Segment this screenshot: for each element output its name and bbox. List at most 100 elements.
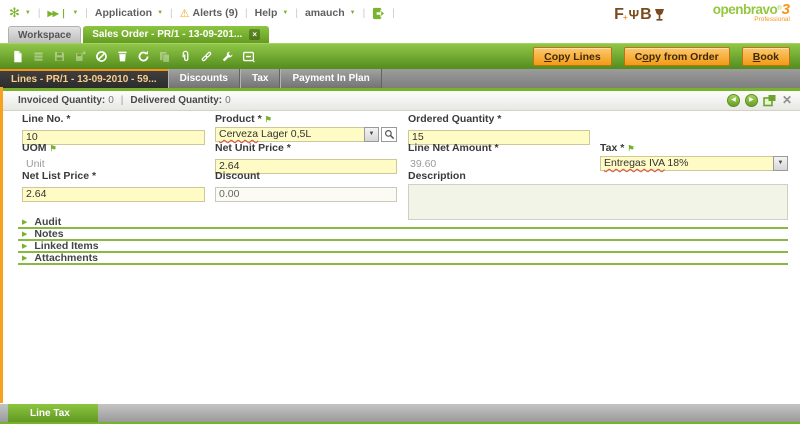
line-form: Line No. * Product *⚑ Cerveza Lager 0,5L… — [0, 111, 800, 404]
refresh-button[interactable] — [134, 47, 153, 66]
workspace-menu[interactable]: ✻ ▼ — [9, 5, 31, 21]
fast-forward-bar-icon: ❘ — [60, 8, 68, 19]
alerts-menu[interactable]: ⚠ Alerts (9) — [180, 7, 238, 20]
subtab-lines[interactable]: Lines - PR/1 - 13-09-2010 - 59... — [0, 69, 168, 88]
maximize-restore-button[interactable] — [763, 94, 777, 107]
ordered-quantity-label: Ordered Quantity * — [408, 113, 501, 125]
clone-record-button[interactable] — [155, 47, 174, 66]
menu-separator: | — [245, 8, 248, 19]
book-button[interactable]: Book — [742, 47, 790, 66]
main-tab-bar: Workspace Sales Order - PR/1 - 13-09-201… — [0, 26, 800, 43]
menu-separator: | — [363, 8, 366, 19]
previous-record-button[interactable]: ◀ — [727, 94, 740, 107]
chevron-down-icon: ▼ — [282, 10, 288, 16]
subtab-bar: Lines - PR/1 - 13-09-2010 - 59... Discou… — [0, 69, 800, 88]
save-button[interactable] — [50, 47, 69, 66]
net-list-price-input[interactable] — [22, 187, 205, 202]
application-menu-label: Application — [95, 7, 152, 19]
alert-warning-icon: ⚠ — [180, 7, 190, 20]
chevron-down-icon: ▼ — [157, 10, 163, 16]
help-label: Help — [255, 7, 278, 19]
section-attachments-label: Attachments — [34, 252, 98, 264]
quick-launch-menu[interactable]: ▶▶❘ ▼ — [47, 8, 78, 19]
tab-workspace[interactable]: Workspace — [8, 26, 81, 43]
tab-close-icon[interactable]: × — [249, 29, 260, 40]
copy-lines-button[interactable]: Copy Lines — [533, 47, 612, 66]
search-icon — [384, 129, 395, 140]
subtab-discounts[interactable]: Discounts — [168, 69, 240, 88]
line-net-amount-label: Line Net Amount * — [408, 142, 499, 154]
expand-arrow-icon: ▶ — [22, 230, 27, 238]
chevron-down-icon: ▼ — [72, 10, 78, 16]
delete-button[interactable] — [113, 47, 132, 66]
description-textarea[interactable] — [408, 184, 788, 220]
tax-dropdown-button[interactable]: ▼ — [773, 156, 788, 171]
tab-sales-order[interactable]: Sales Order - PR/1 - 13-09-201... × — [83, 26, 269, 43]
discount-label: Discount — [215, 170, 260, 182]
product-input[interactable]: Cerveza Lager 0,5L — [215, 127, 364, 142]
net-list-price-label: Net List Price * — [22, 170, 96, 182]
delivered-quantity-value: 0 — [225, 95, 231, 106]
process-tools-button[interactable] — [218, 47, 237, 66]
expand-arrow-icon: ▶ — [22, 218, 27, 226]
logout-button[interactable] — [372, 7, 385, 20]
menu-separator: | — [38, 8, 41, 19]
preference-flag-icon: ⚑ — [265, 115, 272, 124]
menu-separator: | — [295, 8, 298, 19]
copy-from-order-button[interactable]: Copy from Order — [624, 47, 730, 66]
section-linked-items-label: Linked Items — [34, 240, 98, 252]
tab-sales-order-label: Sales Order - PR/1 - 13-09-201... — [92, 29, 242, 40]
close-form-button[interactable]: ✕ — [782, 94, 792, 107]
section-audit[interactable]: ▶ Audit — [18, 217, 788, 229]
save-and-close-button[interactable] — [71, 47, 90, 66]
subtab-payment-in-plan[interactable]: Payment In Plan — [280, 69, 381, 88]
fast-forward-icon: ▶▶ — [47, 9, 57, 18]
section-attachments[interactable]: ▶ Attachments — [18, 253, 788, 265]
workspace-star-icon: ✻ — [9, 5, 20, 21]
preference-flag-icon: ⚑ — [627, 144, 634, 153]
invoiced-quantity-label: Invoiced Quantity: — [18, 95, 105, 106]
next-record-button[interactable]: ▶ — [745, 94, 758, 107]
tax-combo: Entregas IVA 18% ▼ — [600, 156, 788, 171]
status-separator: | — [121, 95, 124, 106]
undo-cancel-button[interactable] — [92, 47, 111, 66]
subtab-payment-label: Payment In Plan — [292, 73, 369, 84]
grid-view-button[interactable] — [29, 47, 48, 66]
new-record-button[interactable] — [8, 47, 27, 66]
user-menu[interactable]: amauch ▼ — [305, 7, 356, 19]
discount-input[interactable] — [215, 187, 397, 202]
tab-workspace-label: Workspace — [18, 30, 71, 41]
record-status-bar: Invoiced Quantity: 0 | Delivered Quantit… — [0, 91, 800, 111]
collapse-form-button[interactable] — [239, 47, 258, 66]
openbravo-window: ✻ ▼ | ▶▶❘ ▼ | Application ▼ | ⚠ Alerts (… — [0, 0, 800, 424]
subtab-tax[interactable]: Tax — [240, 69, 281, 88]
line-no-label: Line No. * — [22, 113, 70, 125]
attachments-button[interactable] — [176, 47, 195, 66]
section-linked-items[interactable]: ▶ Linked Items — [18, 241, 788, 253]
help-menu[interactable]: Help ▼ — [255, 7, 289, 19]
preference-flag-icon: ⚑ — [50, 144, 57, 153]
expand-arrow-icon: ▶ — [22, 254, 27, 262]
section-notes-label: Notes — [34, 228, 63, 240]
toolbar: Copy Lines Copy from Order Book — [0, 43, 800, 69]
section-notes[interactable]: ▶ Notes — [18, 229, 788, 241]
active-form-orange-stripe — [0, 87, 3, 403]
application-menu[interactable]: Application ▼ — [95, 7, 163, 19]
fork-icon: Ψ — [629, 5, 640, 25]
openbravo-logo: openbravo®3 Professional — [713, 2, 790, 25]
child-tab-bar: Line Tax — [0, 404, 800, 422]
logout-icon — [372, 7, 385, 20]
fnb-company-logo: F+ΨB — [614, 2, 665, 28]
chevron-down-icon: ▼ — [25, 10, 31, 16]
tax-input[interactable]: Entregas IVA 18% — [600, 156, 773, 171]
action-buttons: Copy Lines Copy from Order Book — [533, 47, 792, 66]
product-dropdown-button[interactable]: ▼ — [364, 127, 379, 142]
tab-line-tax[interactable]: Line Tax — [8, 404, 98, 422]
menu-separator: | — [170, 8, 173, 19]
tax-label: Tax * — [600, 142, 624, 154]
product-combo: Cerveza Lager 0,5L ▼ — [215, 127, 397, 142]
invoiced-quantity-value: 0 — [108, 95, 114, 106]
product-search-button[interactable] — [381, 127, 397, 142]
fnb-plus: + — [623, 8, 628, 28]
linked-items-button[interactable] — [197, 47, 216, 66]
